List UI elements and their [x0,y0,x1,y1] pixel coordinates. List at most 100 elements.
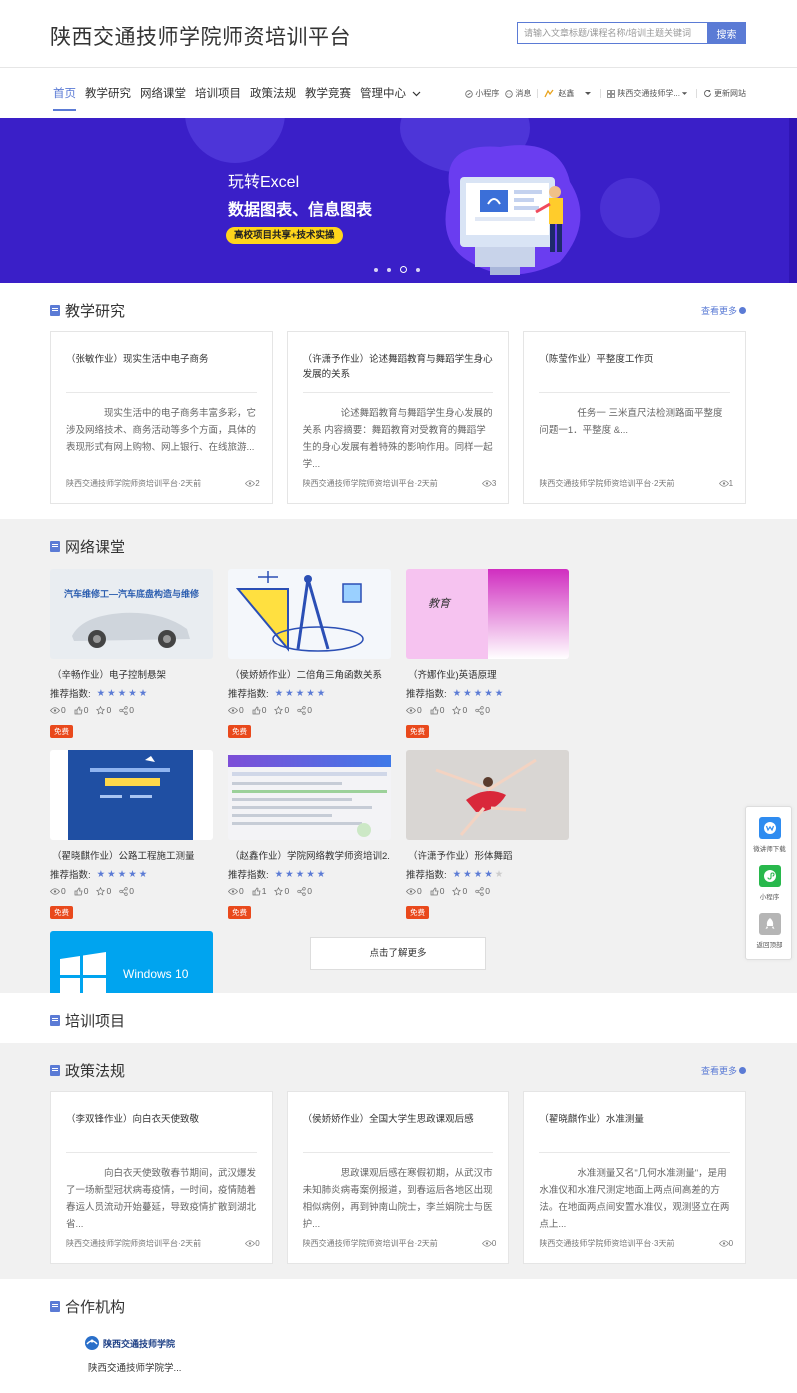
course-thumbnail[interactable] [228,750,391,840]
banner-carousel[interactable]: 玩转Excel 数据图表、信息图表 高校项目共享+技术实操 [0,118,797,283]
course-title[interactable]: （侯娇娇作业）二倍角三角函数关系 [230,667,390,681]
likes-stat[interactable]: 0 [430,705,444,715]
likes-count: 0 [439,886,445,896]
scrollbar[interactable] [789,118,797,283]
course-thumbnail[interactable] [228,569,391,659]
shares-stat[interactable]: 0 [297,886,312,896]
nav-item-home[interactable]: 首页 [53,85,76,111]
views-count: 0 [239,886,244,896]
policy-more-link[interactable]: 查看更多 [701,1064,746,1077]
course-thumbnail[interactable] [50,750,213,840]
site-title[interactable]: 陕西交通技师学院师资培训平台 [50,21,351,51]
nav-item-training[interactable]: 培训项目 [195,85,241,111]
article-card[interactable]: （陈莹作业）平整度工作页 任务一 三米直尺法检测路面平整度问题一1．平整度 &.… [523,331,747,504]
learn-more-button[interactable]: 点击了解更多 [310,937,486,970]
article-title[interactable]: （陈莹作业）平整度工作页 [539,352,730,367]
shares-count: 0 [129,705,134,715]
favorites-stat[interactable]: 0 [96,886,111,896]
nav-item-online[interactable]: 网络课堂 [140,85,186,111]
download-app-button[interactable]: 微讲师下载 [746,817,793,853]
carousel-dot[interactable] [387,267,391,272]
article-card[interactable]: （翟晓麒作业）水准测量 水准测量又名"几何水准测量"，是用水准仪和水准尺测定地面… [523,1091,747,1264]
article-title[interactable]: （翟晓麒作业）水准测量 [539,1112,730,1127]
likes-stat[interactable]: 0 [74,886,88,896]
course-title[interactable]: （许潇予作业）形体舞蹈 [408,848,568,862]
partner-logo[interactable]: 陕西交通技师学院 [84,1335,175,1351]
course-card[interactable]: 汽车维修工—汽车底盘构造与维修 （辛畅作业）电子控制悬架 推荐指数: ★ ★ ★ ★ ★ 0 0 0… [50,569,213,750]
back-to-top-button[interactable]: 返回顶部 [746,913,793,949]
favorites-stat[interactable]: 0 [274,705,289,715]
rating-star: ★ [285,868,294,880]
share-icon [297,705,306,715]
research-more-link[interactable]: 查看更多 [701,304,746,317]
article-title[interactable]: （张敏作业）现实生活中电子商务 [66,352,257,367]
miniapp-link[interactable]: 小程序 [465,88,499,99]
likes-stat[interactable]: 0 [252,705,266,715]
favorites-stat[interactable]: 0 [452,886,467,896]
article-title[interactable]: （侯娇娇作业）全国大学生思政课观后感 [303,1112,494,1127]
eye-icon [228,887,238,895]
partner-name[interactable]: 陕西交通技师学院学... [88,1360,181,1374]
carousel-dot[interactable] [374,267,378,272]
rating-star: ★ [463,868,472,880]
carousel-dot[interactable] [416,267,420,272]
eye-icon [245,1240,256,1247]
search-input[interactable] [517,22,707,44]
website-screenshot-image [232,772,387,837]
favorites-stat[interactable]: 0 [452,705,467,715]
article-card[interactable]: （许潇予作业）论述舞蹈教育与舞蹈学生身心发展的关系 论述舞蹈教育与舞蹈学生身心发… [286,331,510,504]
miniapp-qr-button[interactable]: 小程序 [746,865,793,901]
likes-stat[interactable]: 1 [252,886,266,896]
course-stats: 0 0 0 0 [406,886,490,896]
update-site-link[interactable]: 更新网站 [703,88,746,99]
favorites-stat[interactable]: 0 [274,886,289,896]
messages-link[interactable]: 消息 [505,88,531,99]
course-title[interactable]: （赵鑫作业）学院网络教学师资培训2... [230,848,390,862]
shares-stat[interactable]: 0 [475,886,490,896]
user-menu[interactable]: 赵鑫 [544,88,594,99]
course-card[interactable]: 教育 （齐娜作业)英语原理 推荐指数: ★ ★ ★ ★ ★ 0 0 0 0 免费 [406,569,569,750]
course-title[interactable]: （齐娜作业)英语原理 [408,667,568,681]
favorites-stat[interactable]: 0 [96,705,111,715]
article-card[interactable]: （张敏作业）现实生活中电子商务 现实生活中的电子商务丰富多彩，它涉及网络技术、商… [50,331,273,504]
course-thumbnail[interactable]: 汽车维修工—汽车底盘构造与维修 [50,569,213,659]
course-card[interactable]: （侯娇娇作业）二倍角三角函数关系 推荐指数: ★ ★ ★ ★ ★ 0 0 0 0 免费 [228,569,391,750]
org-switcher[interactable]: 陕西交通技师学... [607,88,690,99]
shares-stat[interactable]: 0 [119,886,134,896]
divider [66,1152,257,1153]
eye-icon [481,1240,492,1247]
nav-item-research[interactable]: 教学研究 [85,85,131,111]
article-card[interactable]: （李双锋作业）向白衣天使致敬 向白衣天使致敬春节期间，武汉爆发了一场新型冠状病毒… [50,1091,273,1264]
main-nav: 首页 教学研究 网络课堂 培训项目 政策法规 教学竞赛 管理中心 小程序 消息 … [0,67,797,118]
article-card[interactable]: （侯娇娇作业）全国大学生思政课观后感 思政课观后感在寒假初期，从武汉市未知肺炎病… [286,1091,510,1264]
course-thumbnail[interactable]: 教育 [406,569,569,659]
course-thumbnail[interactable] [406,750,569,840]
views-stat: 0 [50,886,66,896]
back-to-top-label: 返回顶部 [756,942,783,949]
shares-stat[interactable]: 0 [119,705,134,715]
shares-stat[interactable]: 0 [475,705,490,715]
course-card[interactable]: （许潇予作业）形体舞蹈 推荐指数: ★ ★ ★ ★ ★ 0 0 0 0 免费 [406,750,569,931]
article-source: 陕西交通技师学院师资培训平台·2天前 [302,1239,438,1248]
nav-item-admin[interactable]: 管理中心 [360,85,421,111]
divider [537,89,539,98]
rating-star: ★ [107,687,116,699]
article-title[interactable]: （许潇予作业）论述舞蹈教育与舞蹈学生身心发展的关系 [303,352,494,382]
favorites-count: 0 [106,886,112,896]
course-title[interactable]: （翟晓麒作业）公路工程施工测量 [52,848,212,862]
course-card[interactable]: （翟晓麒作业）公路工程施工测量 推荐指数: ★ ★ ★ ★ ★ 0 0 0 0 免费 [50,750,213,931]
nav-item-competition[interactable]: 教学竞赛 [305,85,351,111]
article-title[interactable]: （李双锋作业）向白衣天使致敬 [66,1112,257,1127]
course-title[interactable]: （辛畅作业）电子控制悬架 [52,667,212,681]
likes-stat[interactable]: 0 [430,886,445,896]
carousel-dot-active[interactable] [400,266,407,273]
likes-stat[interactable]: 0 [74,705,88,715]
nav-item-policy[interactable]: 政策法规 [250,85,296,111]
rating-stars: ★★★★★ [275,688,326,699]
search-button[interactable]: 搜索 [707,22,746,44]
course-card[interactable]: （赵鑫作业）学院网络教学师资培训2... 推荐指数: ★ ★ ★ ★ ★ 0 1 0 0 免费 [228,750,391,931]
rating-stars: ★★★★★ [275,869,326,880]
shares-stat[interactable]: 0 [297,705,312,715]
share-icon [119,886,128,896]
thumbs-up-icon [74,706,83,714]
